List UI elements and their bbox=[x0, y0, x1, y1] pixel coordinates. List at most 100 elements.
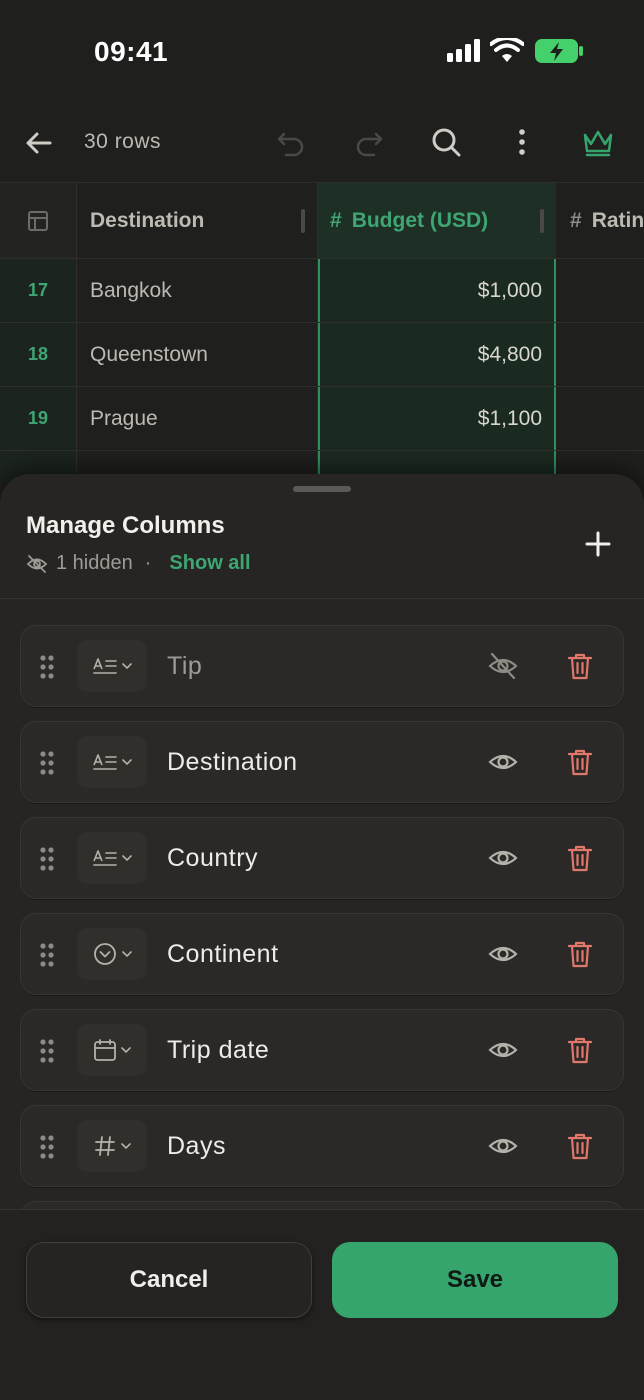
grid-corner[interactable] bbox=[0, 183, 77, 258]
text-type-icon bbox=[92, 658, 117, 674]
column-type-selector[interactable] bbox=[77, 736, 147, 788]
sheet-footer: Cancel Save bbox=[0, 1209, 644, 1400]
column-resize-handle[interactable] bbox=[301, 209, 305, 233]
row-count: 30 rows bbox=[84, 130, 162, 153]
data-grid: Destination # Budget (USD) # Rating 17 B… bbox=[0, 182, 644, 482]
grid-header-row: Destination # Budget (USD) # Rating bbox=[0, 183, 644, 259]
table-row[interactable]: 17 Bangkok $1,000 bbox=[0, 259, 644, 323]
add-column-icon[interactable] bbox=[582, 528, 614, 560]
table-row[interactable]: 19 Prague $1,100 bbox=[0, 387, 644, 451]
column-row-days[interactable]: Days bbox=[20, 1105, 624, 1187]
crown-icon[interactable] bbox=[580, 124, 616, 160]
drag-handle-icon[interactable] bbox=[39, 942, 55, 968]
chevron-down-icon bbox=[121, 951, 132, 958]
column-type-selector[interactable] bbox=[77, 1024, 147, 1076]
eye-off-icon bbox=[26, 554, 48, 573]
column-type-selector[interactable] bbox=[77, 832, 147, 884]
save-button[interactable]: Save bbox=[332, 1242, 618, 1318]
column-header-budget[interactable]: # Budget (USD) bbox=[318, 183, 556, 258]
column-type-selector[interactable] bbox=[77, 640, 147, 692]
toolbar: 30 rows bbox=[0, 104, 644, 180]
column-header-destination[interactable]: Destination bbox=[77, 183, 318, 258]
column-row-continent[interactable]: Continent bbox=[20, 913, 624, 995]
signal-icon bbox=[447, 39, 480, 62]
column-list: Tip Destination Country Continent Trip d… bbox=[0, 599, 644, 1209]
column-name: Continent bbox=[167, 939, 279, 968]
chevron-down-icon bbox=[121, 663, 132, 670]
column-row-trip-date[interactable]: Trip date bbox=[20, 1009, 624, 1091]
column-row-tip[interactable]: Tip bbox=[20, 625, 624, 707]
rating-cell[interactable] bbox=[556, 387, 644, 450]
date-type-icon bbox=[93, 1039, 116, 1061]
cancel-button[interactable]: Cancel bbox=[26, 1242, 312, 1318]
column-header-rating[interactable]: # Rating bbox=[556, 183, 644, 258]
rating-cell[interactable] bbox=[556, 259, 644, 322]
row-number: 19 bbox=[0, 387, 77, 450]
status-bar: 09:41 bbox=[0, 0, 644, 100]
column-row-partial[interactable] bbox=[20, 1201, 624, 1209]
back-arrow-icon[interactable] bbox=[22, 126, 56, 160]
budget-cell[interactable]: $1,100 bbox=[318, 387, 556, 450]
column-row-country[interactable]: Country bbox=[20, 817, 624, 899]
trash-icon[interactable] bbox=[565, 1130, 595, 1162]
system-icons bbox=[446, 38, 584, 64]
column-resize-handle[interactable] bbox=[540, 209, 544, 233]
column-name: Country bbox=[167, 843, 259, 872]
eye-icon[interactable] bbox=[487, 1130, 519, 1162]
wifi-icon bbox=[490, 38, 524, 62]
drag-handle-icon[interactable] bbox=[39, 750, 55, 776]
row-number: 18 bbox=[0, 323, 77, 386]
destination-cell[interactable]: Bangkok bbox=[77, 259, 318, 322]
destination-cell[interactable]: Prague bbox=[77, 387, 318, 450]
search-icon[interactable] bbox=[428, 124, 464, 160]
table-row[interactable]: 18 Queenstown $4,800 bbox=[0, 323, 644, 387]
show-all-link[interactable]: Show all bbox=[169, 552, 250, 575]
eye-off-icon[interactable] bbox=[487, 650, 519, 682]
hidden-count: 1 hidden bbox=[56, 552, 133, 574]
text-type-icon bbox=[92, 754, 117, 770]
column-type-selector[interactable] bbox=[77, 928, 147, 980]
eye-icon[interactable] bbox=[487, 938, 519, 970]
chevron-down-icon bbox=[121, 759, 132, 766]
battery-icon bbox=[535, 39, 583, 63]
budget-cell[interactable]: $1,000 bbox=[318, 259, 556, 322]
undo-icon[interactable] bbox=[274, 126, 308, 160]
drag-handle-icon[interactable] bbox=[39, 1134, 55, 1160]
status-time: 09:41 bbox=[94, 36, 169, 67]
sheet-grabber[interactable] bbox=[293, 486, 351, 492]
number-type-icon: # bbox=[570, 208, 582, 232]
trash-icon[interactable] bbox=[565, 842, 595, 874]
eye-icon[interactable] bbox=[487, 842, 519, 874]
separator-dot: · bbox=[144, 552, 152, 574]
trash-icon[interactable] bbox=[565, 938, 595, 970]
column-header-label: Budget (USD) bbox=[351, 208, 489, 232]
column-name: Tip bbox=[167, 651, 203, 680]
eye-icon[interactable] bbox=[487, 1034, 519, 1066]
column-row-destination[interactable]: Destination bbox=[20, 721, 624, 803]
budget-cell[interactable]: $4,800 bbox=[318, 323, 556, 386]
drag-handle-icon[interactable] bbox=[39, 1038, 55, 1064]
trash-icon[interactable] bbox=[565, 1034, 595, 1066]
trash-icon[interactable] bbox=[565, 746, 595, 778]
column-name: Destination bbox=[167, 747, 298, 776]
select-type-icon bbox=[93, 943, 116, 965]
more-vertical-icon[interactable] bbox=[506, 124, 538, 160]
column-type-selector[interactable] bbox=[77, 1120, 147, 1172]
number-type-icon bbox=[94, 1136, 115, 1156]
column-header-label: Rating bbox=[591, 208, 644, 232]
chevron-down-icon bbox=[120, 1047, 131, 1054]
drag-handle-icon[interactable] bbox=[39, 654, 55, 680]
column-header-label: Destination bbox=[90, 208, 205, 232]
trash-icon[interactable] bbox=[565, 650, 595, 682]
manage-columns-sheet: Manage Columns 1 hidden · Show all Tip D… bbox=[0, 474, 644, 1400]
drag-handle-icon[interactable] bbox=[39, 846, 55, 872]
redo-icon[interactable] bbox=[352, 126, 386, 160]
table-icon bbox=[28, 210, 48, 231]
eye-icon[interactable] bbox=[487, 746, 519, 778]
text-type-icon bbox=[92, 850, 117, 866]
hidden-summary: 1 hidden · Show all bbox=[26, 552, 251, 575]
chevron-down-icon bbox=[121, 855, 132, 862]
rating-cell[interactable] bbox=[556, 323, 644, 386]
column-name: Trip date bbox=[167, 1035, 270, 1064]
destination-cell[interactable]: Queenstown bbox=[77, 323, 318, 386]
